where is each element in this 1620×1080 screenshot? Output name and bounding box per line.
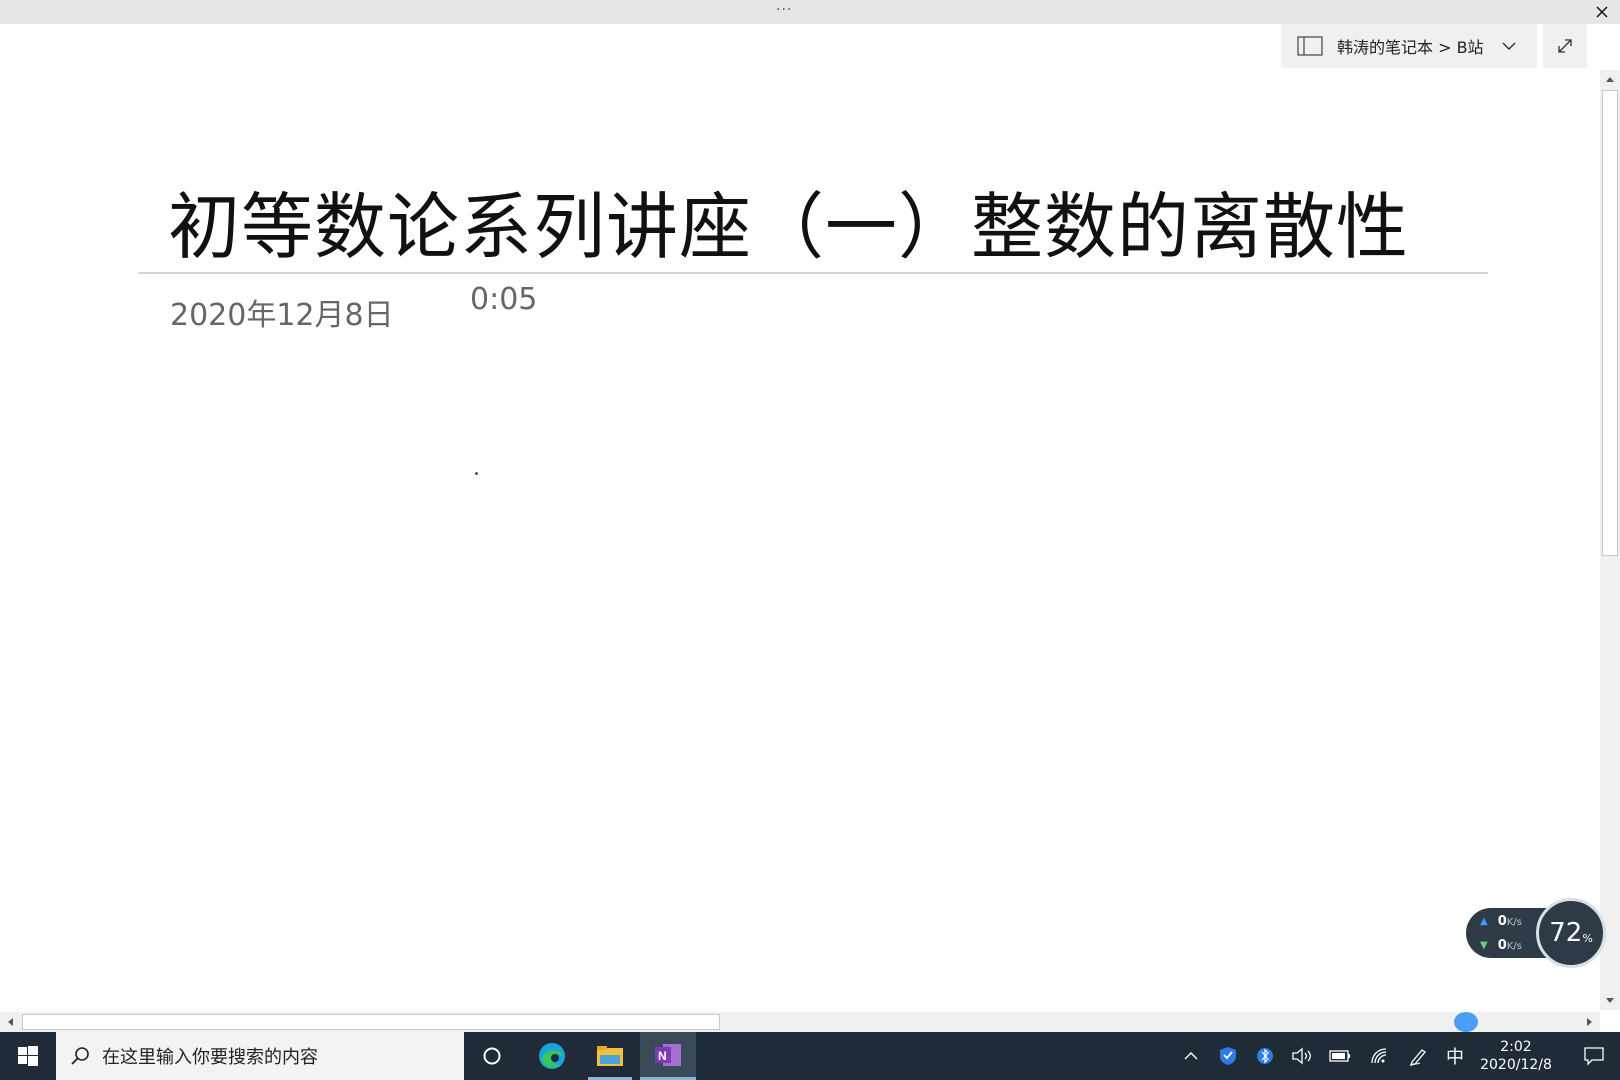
- horizontal-scroll-thumb[interactable]: [22, 1014, 720, 1030]
- bluetooth-tray-button[interactable]: [1252, 1032, 1278, 1080]
- scroll-left-button[interactable]: [0, 1012, 20, 1032]
- breadcrumb-text: 韩涛的笔记本 > B站: [1337, 38, 1484, 57]
- svg-text:N: N: [658, 1049, 667, 1063]
- upload-unit: K/s: [1506, 917, 1522, 928]
- expand-icon: [1558, 39, 1572, 53]
- download-value: 0: [1497, 938, 1507, 953]
- page-date: 2020年12月8日: [170, 298, 394, 333]
- arrow-right-icon: [1587, 1018, 1592, 1026]
- vertical-scrollbar[interactable]: [1600, 70, 1620, 1010]
- arrow-left-icon: [8, 1018, 13, 1026]
- search-placeholder: 在这里输入你要搜索的内容: [102, 1047, 318, 1068]
- more-options-button[interactable]: ···: [776, 2, 792, 18]
- notebook-breadcrumb[interactable]: 韩涛的笔记本 > B站: [1281, 24, 1537, 68]
- edge-button[interactable]: [524, 1032, 580, 1080]
- cpu-unit: %: [1582, 931, 1593, 945]
- taskbar: 在这里输入你要搜索的内容 N 中 2:02 2020/12/8: [0, 1032, 1620, 1080]
- notification-icon: [1584, 1047, 1604, 1066]
- cpu-value: 72: [1549, 918, 1583, 948]
- text-cursor: [475, 472, 478, 475]
- onenote-icon: N: [655, 1043, 681, 1066]
- title-divider: [138, 272, 1488, 274]
- chevron-up-icon: [1184, 1052, 1198, 1060]
- clock-time: 2:02: [1500, 1039, 1532, 1055]
- close-icon: [1596, 6, 1608, 18]
- cortana-button[interactable]: [464, 1032, 520, 1080]
- scroll-right-button[interactable]: [1580, 1012, 1600, 1032]
- action-center-button[interactable]: [1568, 1032, 1620, 1080]
- download-unit: K/s: [1506, 941, 1522, 952]
- fullscreen-button[interactable]: [1543, 24, 1587, 68]
- arrow-down-icon: [1606, 998, 1614, 1003]
- title-bar: ···: [0, 0, 1620, 24]
- battery-icon: [1329, 1050, 1350, 1062]
- download-speed: ▼ 0K/s: [1480, 938, 1522, 953]
- security-tray-button[interactable]: [1214, 1032, 1242, 1080]
- pen-icon: [1409, 1049, 1426, 1066]
- scroll-down-button[interactable]: [1600, 992, 1620, 1010]
- page-time: 0:05: [470, 282, 538, 317]
- edge-icon: [539, 1043, 565, 1069]
- battery-tray-button[interactable]: [1326, 1032, 1354, 1080]
- show-hidden-icons-button[interactable]: [1178, 1032, 1204, 1080]
- onenote-button[interactable]: N: [640, 1032, 696, 1080]
- arrow-up-icon: [1606, 77, 1614, 82]
- scroll-up-button[interactable]: [1600, 70, 1620, 88]
- close-button[interactable]: [1584, 0, 1620, 24]
- search-icon: [71, 1047, 89, 1065]
- page-title[interactable]: 初等数论系列讲座（一）整数的离散性: [168, 168, 1409, 273]
- notebook-icon: [1297, 36, 1323, 56]
- taskbar-clock[interactable]: 2:02 2020/12/8: [1474, 1038, 1558, 1074]
- wifi-tray-button[interactable]: [1366, 1032, 1394, 1080]
- shield-icon: [1220, 1047, 1236, 1065]
- upload-arrow-icon: ▲: [1480, 916, 1488, 927]
- download-arrow-icon: ▼: [1480, 940, 1488, 951]
- start-button[interactable]: [0, 1032, 56, 1080]
- clock-date: 2020/12/8: [1480, 1057, 1552, 1073]
- bluetooth-icon: [1257, 1048, 1273, 1064]
- vertical-scroll-thumb[interactable]: [1602, 90, 1618, 556]
- file-explorer-icon: [597, 1046, 623, 1066]
- wifi-icon: [1371, 1048, 1387, 1064]
- windows-logo-icon: [18, 1046, 38, 1066]
- upload-speed: ▲ 0K/s: [1480, 914, 1522, 929]
- pen-tray-button[interactable]: [1404, 1032, 1432, 1080]
- chevron-down-icon[interactable]: [1500, 37, 1518, 55]
- recording-indicator: [1454, 1012, 1478, 1032]
- input-method-indicator[interactable]: 中: [1440, 1032, 1470, 1080]
- cpu-usage-ring[interactable]: 72 %: [1536, 898, 1606, 968]
- speaker-icon: [1292, 1047, 1311, 1065]
- volume-tray-button[interactable]: [1288, 1032, 1316, 1080]
- taskbar-search-box[interactable]: 在这里输入你要搜索的内容: [56, 1032, 464, 1080]
- file-explorer-button[interactable]: [582, 1032, 638, 1080]
- horizontal-scrollbar[interactable]: [0, 1012, 1600, 1032]
- upload-value: 0: [1497, 914, 1507, 929]
- cortana-icon: [483, 1047, 501, 1065]
